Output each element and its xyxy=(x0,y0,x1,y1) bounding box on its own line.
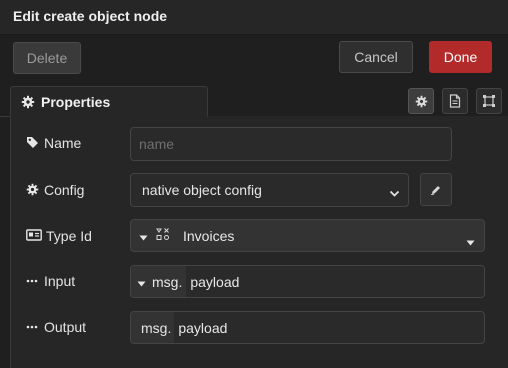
chevron-down-icon xyxy=(389,185,400,201)
object-type-icon xyxy=(156,227,170,244)
tab-properties-label: Properties xyxy=(41,93,111,110)
id-card-icon xyxy=(26,229,42,243)
output-label: Output xyxy=(44,319,87,335)
name-field-wrapper xyxy=(130,127,452,161)
name-input[interactable] xyxy=(131,128,451,160)
caret-down-icon xyxy=(466,233,475,249)
tab-properties[interactable]: Properties xyxy=(10,86,208,117)
input-prefix: msg. xyxy=(152,273,183,290)
dialog-title: Edit create object node xyxy=(13,8,168,24)
config-label-row: Config xyxy=(26,180,84,200)
tab-appearance[interactable] xyxy=(476,88,502,114)
config-label: Config xyxy=(44,182,85,198)
input-label: Input xyxy=(44,273,76,289)
tab-description[interactable] xyxy=(442,88,468,114)
input-label-row: Input xyxy=(26,271,75,291)
type-id-select[interactable]: Invoices xyxy=(130,219,485,252)
caret-down-icon xyxy=(137,274,146,290)
document-icon xyxy=(449,94,461,108)
ellipsis-icon xyxy=(26,274,40,288)
output-typed-field[interactable]: msg. payload xyxy=(130,311,485,344)
output-label-row: Output xyxy=(26,317,86,337)
input-type-selector[interactable]: msg. xyxy=(131,266,187,297)
config-select-value: native object config xyxy=(142,182,262,198)
caret-down-icon[interactable] xyxy=(139,228,148,244)
done-button[interactable]: Done xyxy=(429,41,492,73)
frame-icon xyxy=(482,94,496,108)
type-id-label-row: Type Id xyxy=(26,226,92,246)
tag-icon xyxy=(26,136,40,150)
delete-button[interactable]: Delete xyxy=(13,42,81,74)
config-select[interactable]: native object config xyxy=(130,173,409,207)
output-prefix: msg. xyxy=(131,312,175,343)
type-id-value: Invoices xyxy=(183,227,235,244)
name-label-row: Name xyxy=(26,133,81,153)
type-id-label: Type Id xyxy=(46,228,92,244)
gear-icon xyxy=(21,95,35,109)
edit-config-button[interactable] xyxy=(420,173,452,206)
tab-node-settings[interactable] xyxy=(408,88,434,114)
ellipsis-icon xyxy=(26,320,40,334)
output-value: payload xyxy=(178,319,228,336)
name-label: Name xyxy=(44,135,82,151)
dialog-titlebar: Edit create object node xyxy=(0,0,508,35)
pencil-icon xyxy=(430,184,442,196)
cancel-button[interactable]: Cancel xyxy=(339,41,413,73)
input-typed-field[interactable]: msg. payload xyxy=(130,265,485,298)
input-value: payload xyxy=(190,273,240,290)
gear-icon xyxy=(26,183,40,197)
gear-icon xyxy=(415,95,428,108)
